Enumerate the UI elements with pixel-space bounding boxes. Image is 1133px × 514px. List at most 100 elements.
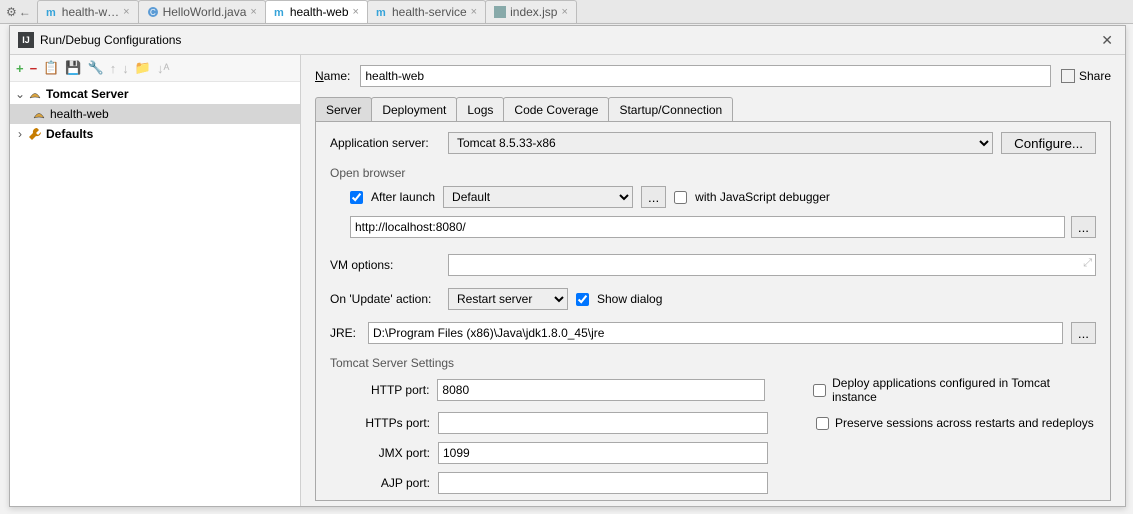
browser-ellipsis-button[interactable]: ... — [641, 186, 666, 208]
editor-tab[interactable]: C HelloWorld.java × — [138, 0, 266, 23]
show-dialog-checkbox[interactable] — [576, 293, 589, 306]
on-update-select[interactable]: Restart server — [448, 288, 568, 310]
tree-label: health-web — [48, 107, 109, 121]
jmx-port-input[interactable] — [438, 442, 768, 464]
editor-tab-label: health-web — [290, 5, 349, 19]
http-port-label: HTTP port: — [350, 383, 429, 397]
tree-node-tomcat-server[interactable]: ⌄ Tomcat Server — [10, 84, 300, 104]
expand-icon[interactable]: ⤢ — [1083, 257, 1092, 270]
maven-icon: m — [376, 6, 388, 18]
close-icon[interactable]: × — [250, 6, 256, 18]
move-up-icon[interactable]: ↑ — [110, 61, 117, 76]
editor-tab[interactable]: m health-w… × — [37, 0, 139, 23]
name-label: Name: — [315, 69, 350, 83]
editor-tab-label: index.jsp — [510, 5, 557, 19]
on-update-label: On 'Update' action: — [330, 292, 440, 306]
share-checkbox[interactable]: Share — [1061, 69, 1111, 83]
editor-tab[interactable]: m health-web × — [265, 0, 368, 23]
ajp-port-label: AJP port: — [350, 476, 430, 490]
wrench-icon — [28, 127, 42, 141]
jre-input[interactable] — [368, 322, 1063, 344]
ajp-port-input[interactable] — [438, 472, 768, 494]
tree-node-defaults[interactable]: › Defaults — [10, 124, 300, 144]
tomcat-settings-legend: Tomcat Server Settings — [330, 356, 1096, 370]
add-icon[interactable]: + — [16, 61, 24, 76]
after-launch-label: After launch — [371, 190, 435, 204]
js-debugger-label: with JavaScript debugger — [695, 190, 830, 204]
svg-text:m: m — [46, 7, 56, 18]
browser-select[interactable]: Default — [443, 186, 633, 208]
deploy-apps-checkbox[interactable] — [813, 384, 826, 397]
tab-strip: Server Deployment Logs Code Coverage Sta… — [315, 97, 1111, 121]
checkbox-icon — [1061, 69, 1075, 83]
app-server-select[interactable]: Tomcat 8.5.33-x86 — [448, 132, 993, 154]
preserve-sessions-label: Preserve sessions across restarts and re… — [835, 416, 1094, 430]
sidebar-toolbar: + − 📋 💾 🔧 ↑ ↓ 📁 ↓ᴬ — [10, 55, 300, 82]
name-input[interactable] — [360, 65, 1051, 87]
editor-tab-strip: ⚙ ← m health-w… × C HelloWorld.java × m … — [0, 0, 1133, 24]
url-input[interactable] — [350, 216, 1065, 238]
url-ellipsis-button[interactable]: ... — [1071, 216, 1096, 238]
close-icon[interactable]: × — [123, 6, 129, 18]
server-tab-panel: Application server: Tomcat 8.5.33-x86 Co… — [315, 121, 1111, 501]
show-dialog-label: Show dialog — [597, 292, 662, 306]
dialog-titlebar: IJ Run/Debug Configurations ✕ — [10, 26, 1125, 55]
editor-tab-label: health-service — [392, 5, 467, 19]
http-port-input[interactable] — [437, 379, 765, 401]
maven-icon: m — [46, 6, 58, 18]
close-icon[interactable]: × — [353, 6, 359, 18]
tab-code-coverage[interactable]: Code Coverage — [503, 97, 609, 121]
remove-icon[interactable]: − — [30, 61, 38, 76]
js-debugger-checkbox[interactable] — [674, 191, 687, 204]
wrench-icon[interactable]: 🔧 — [88, 60, 104, 76]
tree-node-health-web[interactable]: health-web — [10, 104, 300, 124]
run-debug-config-dialog: IJ Run/Debug Configurations ✕ + − 📋 💾 🔧 … — [9, 25, 1126, 507]
folder-icon[interactable]: 📁 — [135, 60, 151, 76]
tomcat-icon — [32, 107, 46, 121]
after-launch-checkbox[interactable] — [350, 191, 363, 204]
close-icon[interactable]: ✕ — [1097, 32, 1117, 49]
open-browser-legend: Open browser — [330, 166, 1096, 180]
close-icon[interactable]: × — [471, 6, 477, 18]
svg-text:m: m — [376, 7, 386, 18]
svg-text:C: C — [150, 8, 156, 17]
editor-tab[interactable]: index.jsp × — [485, 0, 577, 23]
save-icon[interactable]: 💾 — [65, 60, 81, 76]
back-icon[interactable]: ← — [19, 5, 31, 19]
app-server-label: Application server: — [330, 136, 440, 150]
run-configs-icon[interactable]: ⚙ — [6, 5, 17, 19]
chevron-down-icon[interactable]: ⌄ — [14, 87, 26, 101]
tree-label: Defaults — [44, 127, 93, 141]
move-down-icon[interactable]: ↓ — [122, 61, 129, 76]
jre-label: JRE: — [330, 326, 360, 340]
jre-ellipsis-button[interactable]: ... — [1071, 322, 1096, 344]
editor-tab-label: HelloWorld.java — [163, 5, 247, 19]
jmx-port-label: JMX port: — [350, 446, 430, 460]
tab-server[interactable]: Server — [315, 97, 372, 121]
share-label: Share — [1079, 69, 1111, 83]
config-form: Name: Share Server Deployment Logs Code … — [301, 55, 1125, 506]
dialog-title: Run/Debug Configurations — [40, 33, 1097, 47]
tab-logs[interactable]: Logs — [456, 97, 504, 121]
svg-text:m: m — [274, 7, 284, 18]
tree-label: Tomcat Server — [44, 87, 128, 101]
https-port-input[interactable] — [438, 412, 768, 434]
close-icon[interactable]: × — [561, 6, 567, 18]
config-tree: ⌄ Tomcat Server health-web › Defaults — [10, 82, 300, 506]
deploy-apps-label: Deploy applications configured in Tomcat… — [832, 376, 1096, 404]
tab-deployment[interactable]: Deployment — [371, 97, 457, 121]
java-class-icon: C — [147, 6, 159, 18]
tab-startup-connection[interactable]: Startup/Connection — [608, 97, 733, 121]
sort-icon[interactable]: ↓ᴬ — [157, 61, 169, 76]
editor-tab-label: health-w… — [62, 5, 119, 19]
chevron-right-icon[interactable]: › — [14, 127, 26, 141]
editor-tab[interactable]: m health-service × — [367, 0, 486, 23]
vm-options-input[interactable] — [448, 254, 1096, 276]
configure-button[interactable]: Configure... — [1001, 132, 1096, 154]
copy-icon[interactable]: 📋 — [43, 60, 59, 76]
tomcat-icon — [28, 87, 42, 101]
config-sidebar: + − 📋 💾 🔧 ↑ ↓ 📁 ↓ᴬ ⌄ Tomcat Server heal — [10, 55, 301, 506]
preserve-sessions-checkbox[interactable] — [816, 417, 829, 430]
vm-options-label: VM options: — [330, 258, 440, 272]
maven-icon: m — [274, 6, 286, 18]
